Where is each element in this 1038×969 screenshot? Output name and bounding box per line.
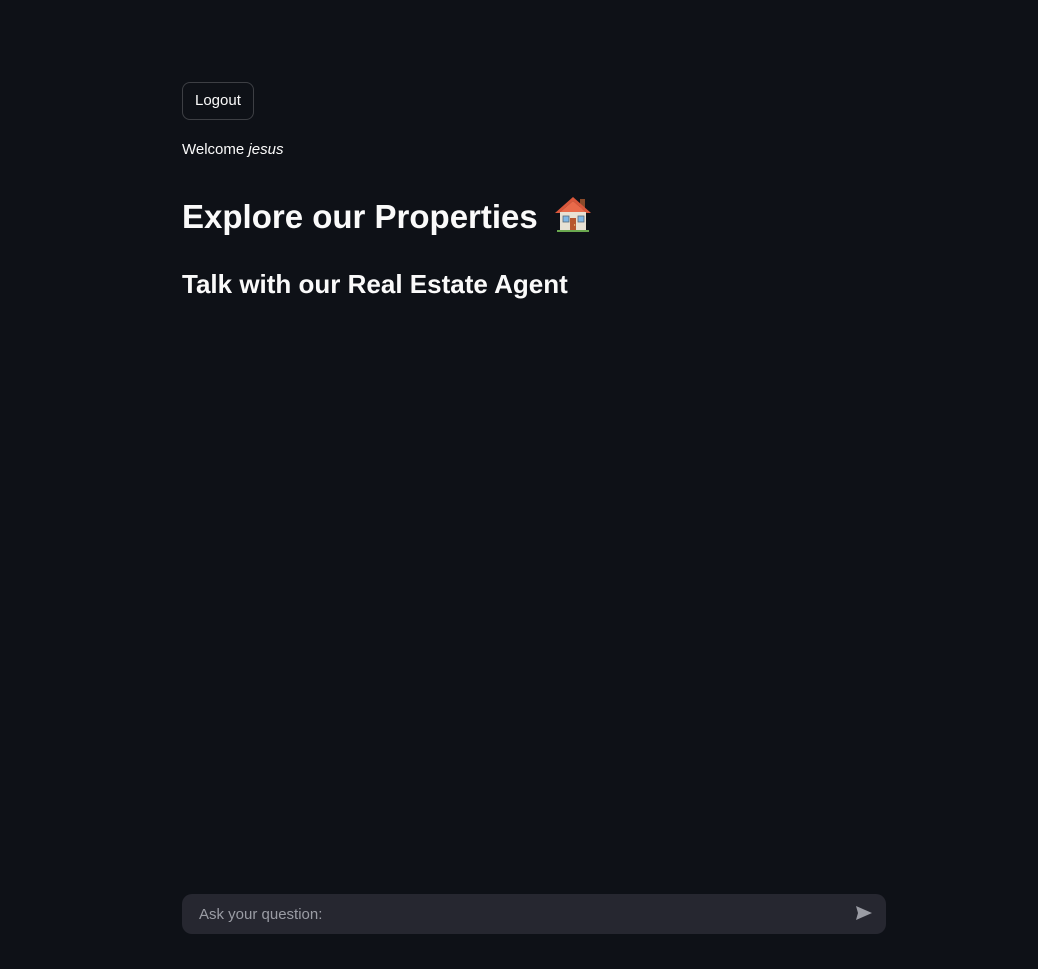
chat-input[interactable] bbox=[182, 894, 842, 934]
chat-input-container bbox=[182, 894, 886, 934]
page-subtitle: Talk with our Real Estate Agent bbox=[182, 269, 568, 299]
welcome-prefix: Welcome bbox=[182, 141, 245, 158]
send-button[interactable] bbox=[850, 900, 878, 928]
page-title-text: Explore our Properties bbox=[182, 198, 538, 235]
app-page: Logout Welcome jesus Explore our Propert… bbox=[0, 0, 1038, 969]
house-icon bbox=[553, 194, 593, 234]
page-title: Explore our Properties bbox=[182, 192, 593, 242]
welcome-message: Welcome jesus bbox=[182, 140, 283, 160]
send-icon bbox=[854, 903, 874, 926]
welcome-username: jesus bbox=[248, 141, 284, 158]
logout-button[interactable]: Logout bbox=[182, 82, 254, 120]
